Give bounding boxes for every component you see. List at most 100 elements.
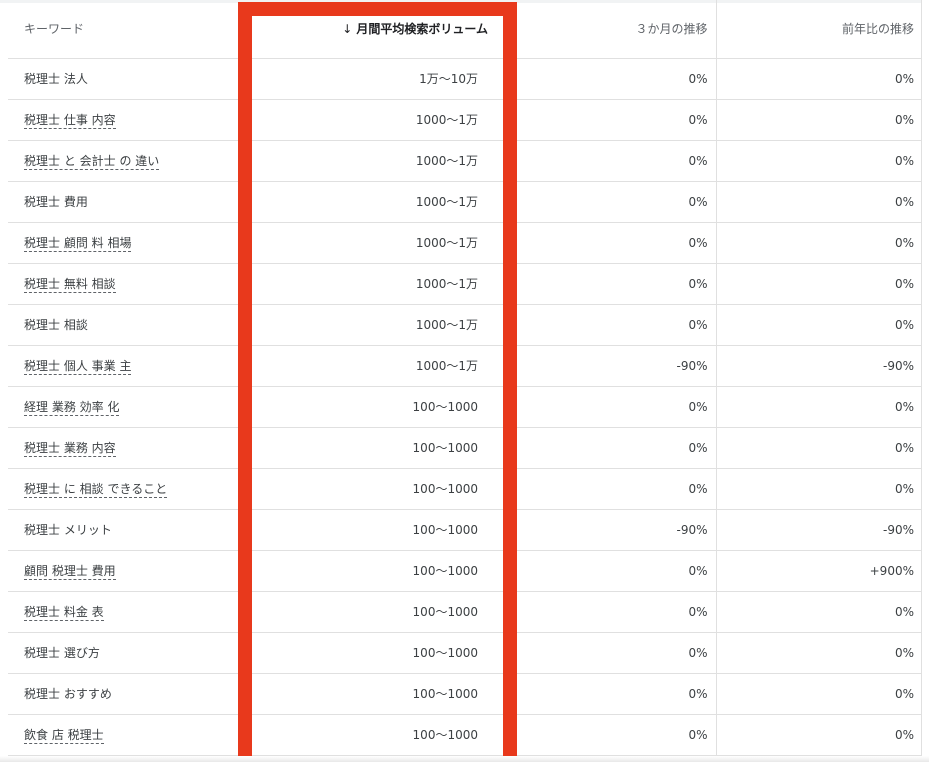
table-row[interactable]: 税理士 業務 内容 100～1000 0% 0% (8, 427, 922, 469)
yoy-change-cell: -90% (716, 345, 922, 387)
right-edge-column (921, 0, 929, 762)
table-row[interactable]: 経理 業務 効率 化 100～1000 0% 0% (8, 386, 922, 428)
header-yoy-change[interactable]: 前年比の推移 (716, 0, 922, 59)
keyword-text[interactable]: 税理士 業務 内容 (24, 441, 116, 457)
monthly-volume-cell: 100～1000 (251, 427, 502, 469)
table-row[interactable]: 税理士 法人 1万～10万 0% 0% (8, 58, 922, 100)
table-row[interactable]: 税理士 費用 1000～1万 0% 0% (8, 181, 922, 223)
three-month-change-cell: 0% (502, 140, 717, 182)
header-keyword-label: キーワード (24, 22, 85, 37)
monthly-volume-cell: 100～1000 (251, 550, 502, 592)
three-month-change-cell: -90% (502, 509, 717, 551)
monthly-volume-cell: 100～1000 (251, 468, 502, 510)
keyword-text[interactable]: 飲食 店 税理士 (24, 728, 104, 744)
table-row[interactable]: 税理士 無料 相談 1000～1万 0% 0% (8, 263, 922, 305)
three-month-change-cell: 0% (502, 222, 717, 264)
keyword-text[interactable]: 税理士 顧問 料 相場 (24, 236, 132, 252)
monthly-volume-cell: 100～1000 (251, 632, 502, 674)
monthly-volume-cell: 1000～1万 (251, 304, 502, 346)
keyword-text[interactable]: 税理士 無料 相談 (24, 277, 116, 293)
monthly-volume-cell: 100～1000 (251, 509, 502, 551)
yoy-change-cell: 0% (716, 304, 922, 346)
three-month-change-cell: 0% (502, 386, 717, 428)
table-row[interactable]: 税理士 個人 事業 主 1000～1万 -90% -90% (8, 345, 922, 387)
three-month-change-cell: 0% (502, 181, 717, 223)
monthly-volume-cell: 100～1000 (251, 386, 502, 428)
yoy-change-cell: -90% (716, 509, 922, 551)
yoy-change-cell: 0% (716, 58, 922, 100)
three-month-change-cell: 0% (502, 591, 717, 633)
monthly-volume-cell: 1000～1万 (251, 99, 502, 141)
monthly-volume-cell: 1000～1万 (251, 263, 502, 305)
monthly-volume-cell: 100～1000 (251, 591, 502, 633)
keyword-text[interactable]: 経理 業務 効率 化 (24, 400, 120, 416)
yoy-change-cell: +900% (716, 550, 922, 592)
three-month-change-cell: 0% (502, 632, 717, 674)
header-three-month-label: ３か月の推移 (635, 22, 708, 37)
keyword-text[interactable]: 税理士 に 相談 できること (24, 482, 168, 498)
keyword-cell: 税理士 仕事 内容 (8, 99, 251, 141)
table-row[interactable]: 税理士 仕事 内容 1000～1万 0% 0% (8, 99, 922, 141)
table-header-row: キーワード ↓ 月間平均検索ボリューム ３か月の推移 前年比の推移 (8, 0, 922, 59)
keyword-cell: 税理士 費用 (8, 181, 251, 223)
table-row[interactable]: 顧問 税理士 費用 100～1000 0% +900% (8, 550, 922, 592)
table-row[interactable]: 税理士 顧問 料 相場 1000～1万 0% 0% (8, 222, 922, 264)
monthly-volume-cell: 1000～1万 (251, 140, 502, 182)
table-row[interactable]: 税理士 相談 1000～1万 0% 0% (8, 304, 922, 346)
keyword-text[interactable]: 顧問 税理士 費用 (24, 564, 116, 580)
yoy-change-cell: 0% (716, 181, 922, 223)
keyword-text[interactable]: 税理士 個人 事業 主 (24, 359, 132, 375)
table-row[interactable]: 税理士 に 相談 できること 100～1000 0% 0% (8, 468, 922, 510)
table-row[interactable]: 税理士 選び方 100～1000 0% 0% (8, 632, 922, 674)
keyword-text[interactable]: 税理士 仕事 内容 (24, 113, 116, 129)
monthly-volume-cell: 100～1000 (251, 714, 502, 756)
table-body: 税理士 法人 1万～10万 0% 0% 税理士 仕事 内容 1000～1万 0% 0% 税理士 … (8, 58, 922, 756)
three-month-change-cell: 0% (502, 550, 717, 592)
bottom-scroll-shadow (0, 756, 929, 762)
keyword-text: 税理士 選び方 (24, 646, 100, 660)
keyword-cell: 税理士 法人 (8, 58, 251, 100)
keyword-cell: 顧問 税理士 費用 (8, 550, 251, 592)
keyword-cell: 税理士 相談 (8, 304, 251, 346)
yoy-change-cell: 0% (716, 591, 922, 633)
keyword-planner-results: キーワード ↓ 月間平均検索ボリューム ３か月の推移 前年比の推移 税理士 法人 1… (0, 0, 929, 762)
three-month-change-cell: -90% (502, 345, 717, 387)
keyword-cell: 飲食 店 税理士 (8, 714, 251, 756)
three-month-change-cell: 0% (502, 99, 717, 141)
monthly-volume-cell: 1000～1万 (251, 222, 502, 264)
keyword-cell: 税理士 メリット (8, 509, 251, 551)
keyword-text[interactable]: 税理士 と 会計士 の 違い (24, 154, 160, 170)
yoy-change-cell: 0% (716, 632, 922, 674)
yoy-change-cell: 0% (716, 386, 922, 428)
keyword-text[interactable]: 税理士 料金 表 (24, 605, 104, 621)
header-keyword[interactable]: キーワード (8, 0, 251, 59)
keyword-text: 税理士 費用 (24, 195, 88, 209)
monthly-volume-cell: 1000～1万 (251, 181, 502, 223)
keyword-cell: 税理士 個人 事業 主 (8, 345, 251, 387)
monthly-volume-cell: 1万～10万 (251, 58, 502, 100)
keyword-text: 税理士 法人 (24, 72, 88, 86)
yoy-change-cell: 0% (716, 140, 922, 182)
keyword-cell: 税理士 選び方 (8, 632, 251, 674)
keyword-text: 税理士 メリット (24, 523, 112, 537)
table-row[interactable]: 税理士 と 会計士 の 違い 1000～1万 0% 0% (8, 140, 922, 182)
keyword-cell: 税理士 無料 相談 (8, 263, 251, 305)
header-three-month-change[interactable]: ３か月の推移 (502, 0, 717, 59)
monthly-volume-cell: 1000～1万 (251, 345, 502, 387)
table-row[interactable]: 飲食 店 税理士 100～1000 0% 0% (8, 714, 922, 756)
yoy-change-cell: 0% (716, 263, 922, 305)
keyword-cell: 税理士 業務 内容 (8, 427, 251, 469)
header-monthly-volume-label: 月間平均検索ボリューム (356, 22, 488, 37)
three-month-change-cell: 0% (502, 673, 717, 715)
table-row[interactable]: 税理士 メリット 100～1000 -90% -90% (8, 509, 922, 551)
three-month-change-cell: 0% (502, 304, 717, 346)
keyword-text: 税理士 相談 (24, 318, 88, 332)
header-monthly-volume[interactable]: ↓ 月間平均検索ボリューム (251, 0, 502, 59)
yoy-change-cell: 0% (716, 714, 922, 756)
table-row[interactable]: 税理士 おすすめ 100～1000 0% 0% (8, 673, 922, 715)
table-row[interactable]: 税理士 料金 表 100～1000 0% 0% (8, 591, 922, 633)
three-month-change-cell: 0% (502, 468, 717, 510)
sort-arrow-down-icon: ↓ (342, 22, 353, 37)
three-month-change-cell: 0% (502, 263, 717, 305)
yoy-change-cell: 0% (716, 673, 922, 715)
